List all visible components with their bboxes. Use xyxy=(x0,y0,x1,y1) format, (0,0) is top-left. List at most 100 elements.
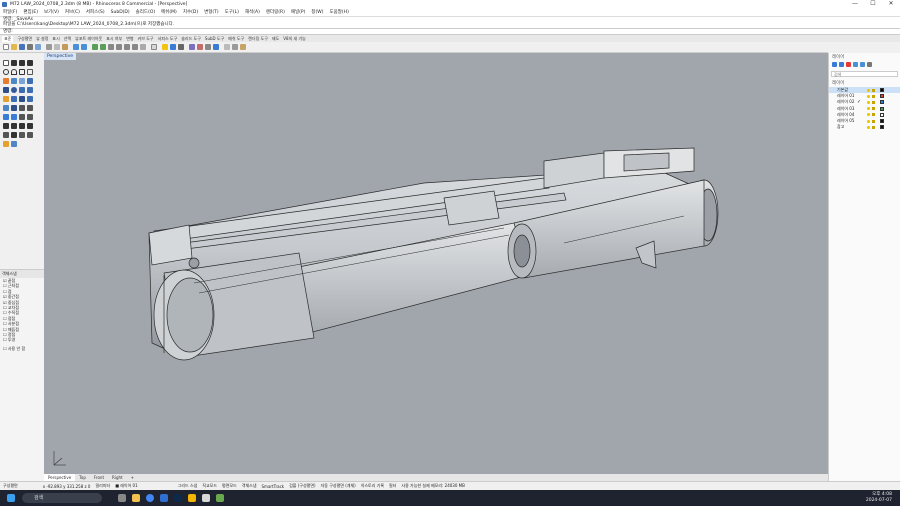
extrude-icon[interactable] xyxy=(19,78,25,84)
select-pointer-icon[interactable] xyxy=(3,60,9,66)
print-icon[interactable] xyxy=(27,44,33,50)
rotate-view-icon[interactable] xyxy=(100,44,106,50)
scale-icon[interactable] xyxy=(11,114,17,120)
store-icon[interactable] xyxy=(160,494,168,502)
rhino-app-icon[interactable] xyxy=(202,494,210,502)
menu-edit[interactable]: 편집(E) xyxy=(23,9,38,15)
group-icon[interactable] xyxy=(3,132,9,138)
tab-curve-tools[interactable]: 커브 도구 xyxy=(138,36,154,42)
new-sublayer-icon[interactable] xyxy=(839,62,844,67)
surface-icon[interactable] xyxy=(27,78,33,84)
open-file-icon[interactable] xyxy=(11,44,17,50)
tab-drafting[interactable]: 제도 xyxy=(272,36,279,42)
menu-subd[interactable]: SubD(D) xyxy=(111,10,130,15)
visibility-icon[interactable] xyxy=(867,119,870,123)
status-grid-snap[interactable]: 그리드 스냅 xyxy=(178,483,198,489)
new-file-icon[interactable] xyxy=(3,44,9,50)
paste-icon[interactable] xyxy=(62,44,68,50)
options-icon[interactable] xyxy=(205,44,211,50)
trim-icon[interactable] xyxy=(3,123,9,129)
polyline-icon[interactable] xyxy=(19,60,25,66)
visibility-icon[interactable] xyxy=(867,88,870,92)
save-icon[interactable] xyxy=(19,44,25,50)
menu-surface[interactable]: 서피스(S) xyxy=(86,9,105,15)
tab-select[interactable]: 선택 xyxy=(64,36,71,42)
layer-row[interactable]: 참고 xyxy=(829,124,900,130)
boolean-split-icon[interactable] xyxy=(27,96,33,102)
layer-color-swatch[interactable] xyxy=(880,125,884,130)
osnap-disable[interactable]: ☐ 사용 안 함 xyxy=(0,346,44,351)
analyze-icon[interactable] xyxy=(3,141,9,147)
tab-display[interactable]: 표시 xyxy=(52,36,59,42)
layer-icon[interactable] xyxy=(170,44,176,50)
minimize-button[interactable]: — xyxy=(846,0,864,8)
lock-icon[interactable] xyxy=(872,100,875,104)
subd-icon[interactable] xyxy=(11,105,17,111)
rectangle-icon[interactable] xyxy=(19,69,25,75)
menu-view[interactable]: 보기(V) xyxy=(44,9,59,15)
dimension-icon[interactable] xyxy=(11,132,17,138)
arc-icon[interactable] xyxy=(11,69,17,75)
point-icon[interactable] xyxy=(11,60,17,66)
copy-icon[interactable] xyxy=(54,44,60,50)
tab-surface-tools[interactable]: 서피스 도구 xyxy=(158,36,178,42)
close-button[interactable]: ✕ xyxy=(882,0,900,8)
maximize-button[interactable]: ☐ xyxy=(864,0,882,8)
box-icon[interactable] xyxy=(3,87,9,93)
visibility-icon[interactable] xyxy=(867,113,870,117)
layer-color-swatch[interactable] xyxy=(880,88,884,93)
cut-icon[interactable] xyxy=(46,44,52,50)
shaded-icon[interactable] xyxy=(232,44,238,50)
tab-perspective[interactable]: Perspective xyxy=(44,474,76,481)
lock-icon[interactable] xyxy=(872,113,875,117)
tab-new-in-v8[interactable]: V8의 새 기능 xyxy=(283,36,306,42)
render-icon[interactable] xyxy=(189,44,195,50)
tab-set-view[interactable]: 뷰 설정 xyxy=(36,36,48,42)
tab-render-tools[interactable]: 렌더링 도구 xyxy=(248,36,268,42)
filter-icon[interactable] xyxy=(867,62,872,67)
wireframe-icon[interactable] xyxy=(224,44,230,50)
file-explorer-icon[interactable] xyxy=(132,494,140,502)
lock-icon[interactable] xyxy=(872,119,875,123)
offset-curve-icon[interactable] xyxy=(11,78,17,84)
join-icon[interactable] xyxy=(19,123,25,129)
lock-icon[interactable] xyxy=(872,94,875,98)
move-up-icon[interactable] xyxy=(853,62,858,67)
layer-color-swatch[interactable] xyxy=(880,112,884,117)
circle-icon[interactable] xyxy=(3,69,9,75)
tab-right[interactable]: Right xyxy=(108,474,127,481)
undo-view-icon[interactable] xyxy=(140,44,146,50)
split-icon[interactable] xyxy=(11,123,17,129)
osnap-project[interactable]: ☐ 투영 xyxy=(0,337,44,342)
status-planar[interactable]: 평면모드 xyxy=(222,483,237,489)
windows-start-icon[interactable] xyxy=(7,494,15,502)
select-icon[interactable] xyxy=(151,44,157,50)
status-current-layer[interactable]: ■ 레이어 01 xyxy=(115,483,137,489)
tab-visibility[interactable]: 표시 여부 xyxy=(106,36,122,42)
lock-icon[interactable] xyxy=(872,125,875,129)
properties-icon[interactable] xyxy=(178,44,184,50)
visibility-icon[interactable] xyxy=(867,94,870,98)
status-cplane[interactable]: 구성평면 xyxy=(3,483,18,489)
layer-color-swatch[interactable] xyxy=(880,119,884,124)
explode-icon[interactable] xyxy=(27,123,33,129)
move-down-icon[interactable] xyxy=(860,62,865,67)
paint-icon[interactable] xyxy=(11,141,17,147)
undo-icon[interactable] xyxy=(73,44,79,50)
zoom-extents-icon[interactable] xyxy=(124,44,130,50)
lights-icon[interactable] xyxy=(162,44,168,50)
menu-tools[interactable]: 도구(L) xyxy=(225,9,239,15)
mesh-icon[interactable] xyxy=(3,105,9,111)
photoshop-icon[interactable] xyxy=(174,494,182,502)
app-icon[interactable] xyxy=(216,494,224,502)
menu-curve[interactable]: 커브(C) xyxy=(65,9,80,15)
zoom-selected-icon[interactable] xyxy=(132,44,138,50)
visibility-icon[interactable] xyxy=(867,125,870,129)
layer-color-swatch[interactable] xyxy=(880,94,884,99)
help-icon[interactable] xyxy=(213,44,219,50)
menu-panels[interactable]: 패널(P) xyxy=(291,9,306,15)
menu-mesh[interactable]: 메쉬(M) xyxy=(161,9,177,15)
menu-help[interactable]: 도움말(H) xyxy=(330,9,349,15)
new-layer-icon[interactable] xyxy=(832,62,837,67)
tab-standard[interactable]: 표준 xyxy=(2,35,14,42)
